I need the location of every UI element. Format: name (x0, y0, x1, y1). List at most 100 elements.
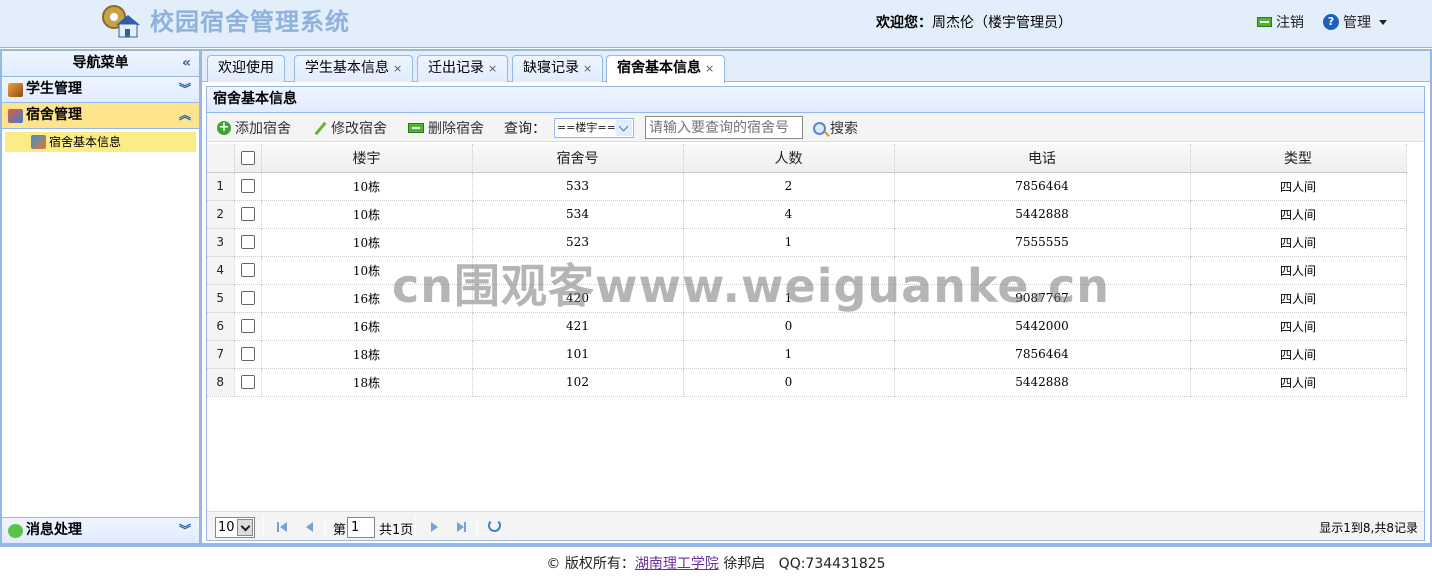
row-number: 8 (207, 368, 235, 397)
tab-moveout-records[interactable]: 迁出记录 × (417, 55, 509, 82)
row-number: 1 (207, 172, 235, 201)
chevron-down-icon (616, 120, 632, 136)
cell-room: 420 (472, 284, 684, 313)
row-checkbox[interactable] (240, 179, 255, 194)
first-page-icon[interactable] (277, 521, 289, 533)
cell-phone: 5442000 (894, 312, 1191, 341)
delete-label: 删除宿舍 (428, 121, 484, 137)
column-header-type[interactable]: 类型 (1190, 144, 1407, 173)
search-input[interactable] (645, 116, 803, 139)
nav-group-dorm[interactable]: 宿舍管理 ︽ (2, 103, 199, 129)
column-header-building[interactable]: 楼宇 (261, 144, 473, 173)
column-header-count[interactable]: 人数 (683, 144, 895, 173)
row-checkbox[interactable] (240, 347, 255, 362)
tab-absence-records[interactable]: 缺寝记录 × (512, 55, 604, 82)
add-dorm-button[interactable]: + 添加宿舍 (217, 118, 291, 138)
nav-item-dorm-info[interactable]: 宿舍基本信息 (5, 132, 196, 152)
cell-phone: 5442888 (894, 200, 1191, 229)
nav-title-text: 导航菜单 (72, 55, 129, 71)
row-checkbox[interactable] (240, 319, 255, 334)
tab-welcome[interactable]: 欢迎使用 (207, 55, 285, 82)
close-icon[interactable]: × (583, 62, 592, 75)
pager-separator (477, 517, 478, 536)
row-checkbox[interactable] (240, 207, 255, 222)
table-row[interactable]: 1 10栋 533 2 7856464 四人间 (207, 172, 1407, 201)
cell-room: 534 (472, 200, 684, 229)
cell-count (683, 256, 895, 285)
column-header-phone[interactable]: 电话 (894, 144, 1191, 173)
building-select-value: ==楼宇== (557, 121, 616, 134)
cell-type: 四人间 (1190, 340, 1407, 369)
tab-label: 欢迎使用 (218, 60, 274, 76)
manage-menu-button[interactable]: ? 管理 (1323, 12, 1387, 32)
column-header-room[interactable]: 宿舍号 (472, 144, 684, 173)
cell-room: 523 (472, 228, 684, 257)
page-size-select[interactable]: 10 (215, 517, 255, 538)
page-prefix: 第 (333, 523, 347, 538)
dorm-info-icon (31, 135, 46, 149)
cell-phone (894, 256, 1191, 285)
table-row[interactable]: 7 18栋 101 1 7856464 四人间 (207, 340, 1407, 369)
page-number-input[interactable]: 1 (347, 517, 375, 538)
search-label: 搜索 (830, 121, 858, 137)
row-number: 5 (207, 284, 235, 313)
row-checkbox[interactable] (240, 263, 255, 278)
row-checkbox[interactable] (240, 375, 255, 390)
search-icon (813, 121, 826, 135)
table-row[interactable]: 3 10栋 523 1 7555555 四人间 (207, 228, 1407, 257)
tab-dorm-info[interactable]: 宿舍基本信息 × (606, 55, 726, 83)
table-row[interactable]: 6 16栋 421 0 5442000 四人间 (207, 312, 1407, 341)
collapse-icon[interactable]: « (182, 51, 191, 76)
table-row[interactable]: 2 10栋 534 4 5442888 四人间 (207, 200, 1407, 229)
cell-count: 1 (683, 340, 895, 369)
cell-count: 0 (683, 312, 895, 341)
cell-building: 18栋 (261, 340, 473, 369)
close-icon[interactable]: × (705, 62, 714, 75)
prev-page-icon[interactable] (304, 521, 316, 533)
panel-title: 宿舍基本信息 (207, 87, 1424, 113)
cell-phone: 7856464 (894, 172, 1191, 201)
row-select-cell (234, 256, 262, 285)
help-icon: ? (1323, 14, 1339, 30)
school-link[interactable]: 湖南理工学院 (635, 556, 719, 572)
building-select[interactable]: ==楼宇== (554, 118, 634, 138)
delete-dorm-button[interactable]: 删除宿舍 (408, 118, 484, 138)
close-icon[interactable]: × (393, 62, 402, 75)
last-page-icon[interactable] (456, 521, 468, 533)
cell-room: 101 (472, 340, 684, 369)
cell-building: 10栋 (261, 172, 473, 201)
select-all-checkbox[interactable] (240, 150, 255, 165)
table-row[interactable]: 4 10栋 四人间 (207, 256, 1407, 285)
refresh-icon[interactable] (488, 519, 501, 532)
row-checkbox[interactable] (240, 291, 255, 306)
add-label: 添加宿舍 (235, 121, 291, 137)
row-select-cell (234, 312, 262, 341)
logout-button[interactable]: 注销 (1257, 12, 1304, 32)
author-name: 徐邦启 (723, 556, 766, 572)
qq-contact: QQ:734431825 (778, 556, 886, 572)
nav-item-label: 宿舍基本信息 (49, 135, 122, 149)
copyright-label: © 版权所有： (546, 556, 635, 572)
nav-group-student[interactable]: 学生管理 ︾ (2, 77, 199, 103)
edit-dorm-button[interactable]: 修改宿舍 (313, 118, 387, 138)
cell-building: 18栋 (261, 368, 473, 397)
row-select-cell (234, 368, 262, 397)
row-number: 2 (207, 200, 235, 229)
row-number: 7 (207, 340, 235, 369)
edit-icon (313, 121, 327, 135)
select-all-cell (234, 144, 262, 173)
table-row[interactable]: 5 16栋 420 1 9087767 四人间 (207, 284, 1407, 313)
next-page-icon[interactable] (429, 521, 441, 533)
nav-group-label: 消息处理 (26, 522, 82, 538)
tab-label: 宿舍基本信息 (617, 60, 701, 76)
row-checkbox[interactable] (240, 235, 255, 250)
close-icon[interactable]: × (488, 62, 497, 75)
cell-type: 四人间 (1190, 172, 1407, 201)
footer: © 版权所有：湖南理工学院 徐邦启 QQ:734431825 (0, 545, 1432, 585)
table-row[interactable]: 8 18栋 102 0 5442888 四人间 (207, 368, 1407, 397)
dorm-grid: 楼宇 宿舍号 人数 电话 类型 1 10栋 533 2 7856464 四人间 … (207, 144, 1424, 397)
tab-student-info[interactable]: 学生基本信息 × (294, 55, 414, 82)
nav-group-messages[interactable]: 消息处理 ︾ (2, 517, 199, 543)
student-icon (8, 83, 23, 97)
search-button[interactable]: 搜索 (813, 118, 858, 138)
